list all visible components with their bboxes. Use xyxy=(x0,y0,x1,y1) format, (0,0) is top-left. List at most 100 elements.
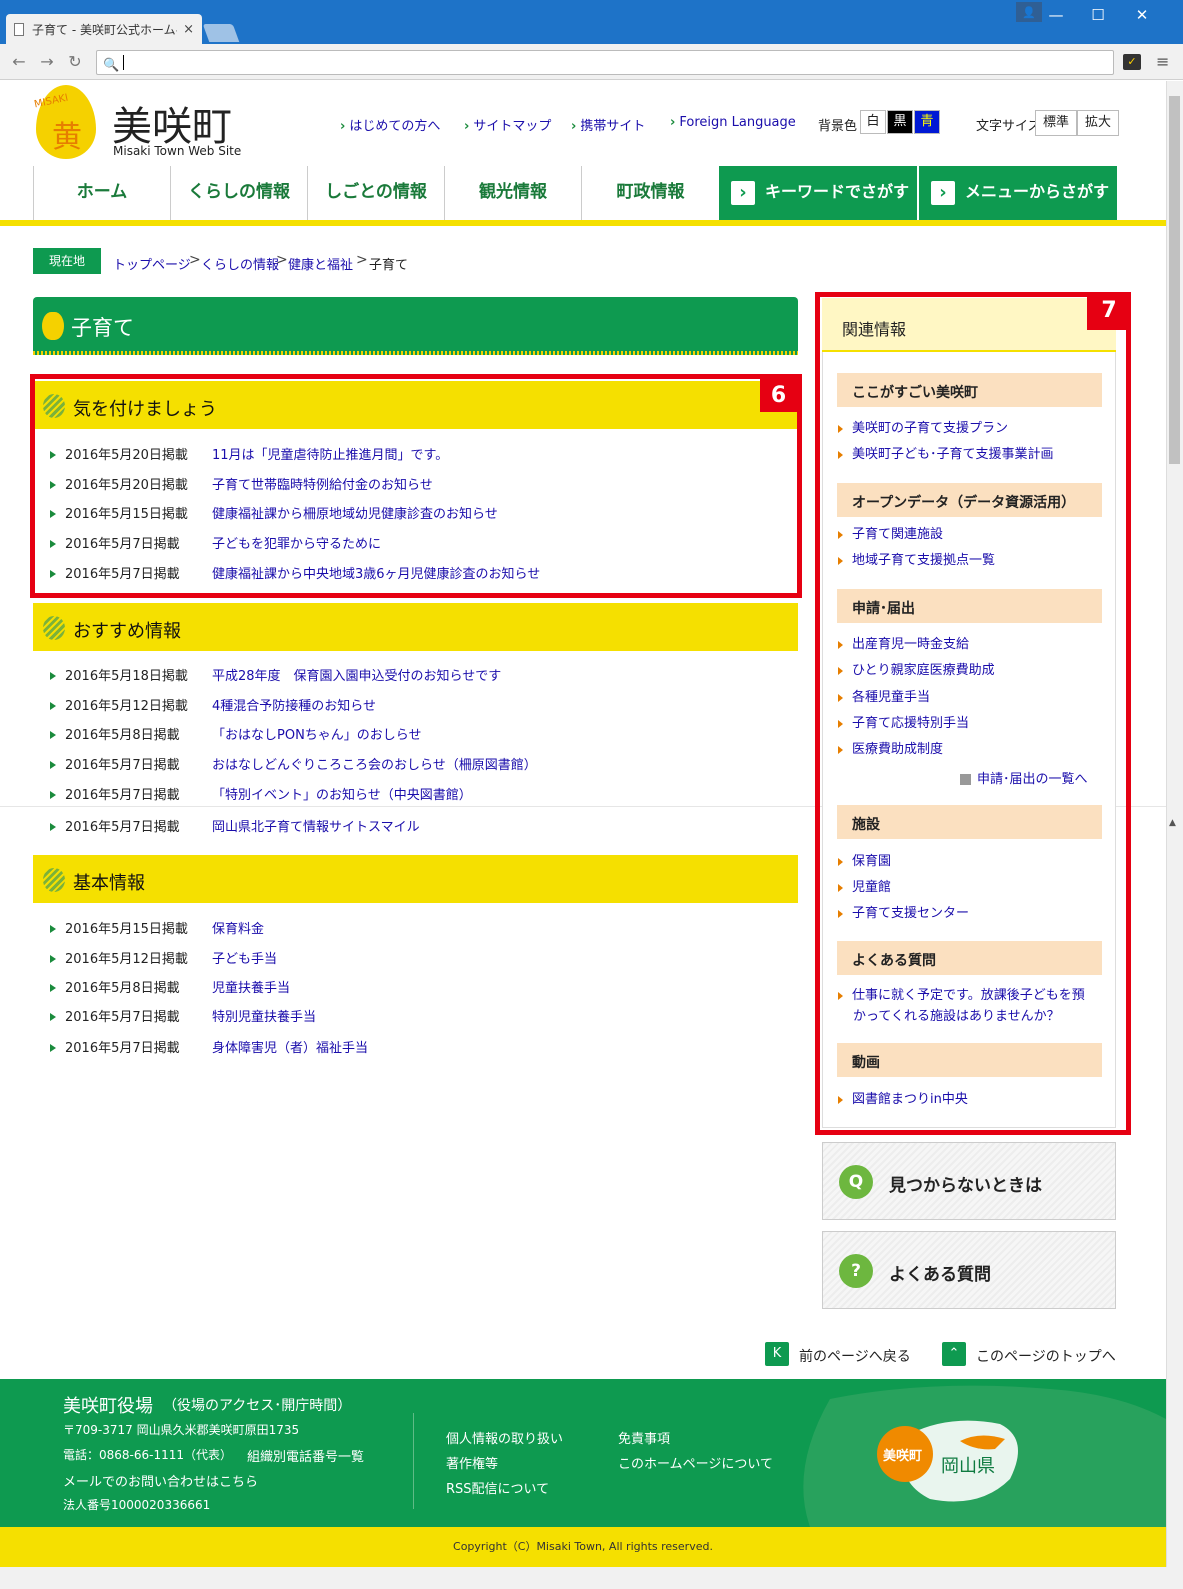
item-link[interactable]: 4種混合予防接種のお知らせ xyxy=(212,699,376,714)
global-nav: ホーム くらしの情報 しごとの情報 観光情報 町政情報 › キーワードでさがす ›… xyxy=(33,166,1127,220)
back-icon[interactable]: ← xyxy=(8,53,30,71)
list-item: 2016年5月7日掲載 身体障害児（者）福祉手当 xyxy=(50,1037,368,1056)
address-bar[interactable]: 🔍 xyxy=(96,50,1114,75)
highlight-box xyxy=(815,292,1131,1135)
copyright-link[interactable]: 著作権等 xyxy=(446,1453,498,1472)
annotation-badge: 7 xyxy=(1087,292,1131,330)
item-link[interactable]: 保育料金 xyxy=(212,922,264,937)
item-link[interactable]: 平成28年度 保育園入園申込受付のお知らせです xyxy=(212,669,501,684)
font-normal-button[interactable]: 標準 xyxy=(1035,110,1078,136)
mail-link[interactable]: メールでのお問い合わせはこちら xyxy=(63,1471,258,1490)
util-link-mobile[interactable]: 携帯サイト xyxy=(571,115,645,134)
chevron-right-icon: › xyxy=(931,181,955,205)
item-link[interactable]: 特別児童扶養手当 xyxy=(212,1010,316,1025)
forward-icon[interactable]: → xyxy=(36,53,58,71)
item-date: 2016年5月7日掲載 xyxy=(65,820,180,835)
scroll-up-icon[interactable]: ▲ xyxy=(1169,818,1176,828)
footer-org: 美咲町役場 xyxy=(63,1396,153,1417)
item-link[interactable]: 身体障害児（者）福祉手当 xyxy=(212,1041,368,1056)
privacy-link[interactable]: 個人情報の取り扱い xyxy=(446,1428,563,1447)
reload-icon[interactable]: ↻ xyxy=(64,53,86,71)
disclaimer-link[interactable]: 免責事項 xyxy=(618,1428,670,1447)
search-help-icon: Q xyxy=(839,1165,873,1199)
rss-link[interactable]: RSS配信について xyxy=(446,1478,549,1497)
new-tab-button[interactable] xyxy=(202,24,240,42)
scrollbar-thumb[interactable] xyxy=(1169,96,1180,464)
util-link-foreign[interactable]: Foreign Language xyxy=(670,115,795,130)
item-link[interactable]: 子ども手当 xyxy=(212,952,277,967)
list-item: 2016年5月8日掲載 「おはなしPONちゃん」のおしらせ xyxy=(50,724,422,743)
breadcrumb-top[interactable]: トップページ xyxy=(113,254,191,273)
bullet-icon xyxy=(50,925,56,933)
bg-blue-button[interactable]: 青 xyxy=(914,110,940,134)
item-link[interactable]: 「特別イベント」のお知らせ（中央図書館） xyxy=(212,788,472,803)
leaf-icon xyxy=(42,312,64,340)
maximize-button[interactable]: ☐ xyxy=(1076,0,1120,30)
not-found-button[interactable]: Q 見つからないときは xyxy=(822,1142,1116,1220)
gnav-life[interactable]: くらしの情報 xyxy=(170,166,307,220)
section-heading: 基本情報 xyxy=(33,855,798,903)
breadcrumb-health[interactable]: 健康と福祉 xyxy=(288,254,353,273)
bullet-icon xyxy=(50,702,56,710)
page-icon xyxy=(14,22,24,36)
bullet-icon xyxy=(50,984,56,992)
gnav-home[interactable]: ホーム xyxy=(33,166,170,220)
back-page-link[interactable]: K 前のページへ戻る xyxy=(765,1342,925,1368)
section-title: 基本情報 xyxy=(73,873,145,894)
menu-search-label: メニューからさがす xyxy=(965,182,1110,201)
breadcrumb-tag: 現在地 xyxy=(33,248,101,274)
item-date: 2016年5月7日掲載 xyxy=(65,1041,180,1056)
about-site-link[interactable]: このホームページについて xyxy=(618,1453,773,1472)
footer-address: 〒709-3717 岡山県久米郡美咲町原田1735 xyxy=(63,1423,300,1437)
tab-title: 子育て - 美咲町公式ホームペ xyxy=(32,22,178,37)
gnav-work[interactable]: しごとの情報 xyxy=(307,166,444,220)
item-date: 2016年5月7日掲載 xyxy=(65,1010,180,1025)
util-link-sitemap[interactable]: サイトマップ xyxy=(464,115,551,134)
stripe-icon xyxy=(43,616,65,640)
browser-tab[interactable]: 子育て - 美咲町公式ホームペ × xyxy=(6,14,202,44)
bullet-icon xyxy=(50,672,56,680)
browser-menu-icon[interactable]: ≡ xyxy=(1156,52,1169,71)
copyright-bar: Copyright（C）Misaki Town, All rights rese… xyxy=(0,1527,1166,1567)
breadcrumb-life[interactable]: くらしの情報 xyxy=(201,254,279,273)
faq-button[interactable]: ? よくある質問 xyxy=(822,1231,1116,1309)
list-item: 2016年5月12日掲載 4種混合予防接種のお知らせ xyxy=(50,695,376,714)
item-date: 2016年5月18日掲載 xyxy=(65,669,188,684)
faq-label: よくある質問 xyxy=(889,1265,991,1285)
bullet-icon xyxy=(50,791,56,799)
gnav-tourism[interactable]: 観光情報 xyxy=(444,166,581,220)
browser-toolbar: ← → ↻ 🔍 ✓ ≡ xyxy=(0,44,1183,80)
breadcrumb-current: 子育て xyxy=(369,258,409,273)
footer-access[interactable]: （役場のアクセス･開庁時間） xyxy=(163,1395,351,1415)
minimize-button[interactable]: — xyxy=(1034,0,1078,30)
keyword-search-button[interactable]: › キーワードでさがす xyxy=(719,166,917,220)
bg-black-button[interactable]: 黒 xyxy=(887,110,913,134)
item-link[interactable]: おはなしどんぐりころころ会のおしらせ（柵原図書館） xyxy=(212,758,537,773)
stripe-icon xyxy=(43,868,65,892)
annotation-badge: 6 xyxy=(760,379,797,412)
bg-color-label: 背景色 xyxy=(818,119,858,134)
util-link-first-time[interactable]: はじめての方へ xyxy=(340,115,440,134)
page-top-label: このページのトップへ xyxy=(976,1349,1116,1365)
extension-icon[interactable]: ✓ xyxy=(1123,54,1141,70)
list-item: 2016年5月12日掲載 子ども手当 xyxy=(50,948,277,967)
tel-list-link[interactable]: 組織別電話番号一覧 xyxy=(247,1446,364,1465)
item-link[interactable]: 「おはなしPONちゃん」のおしらせ xyxy=(212,728,422,743)
font-large-button[interactable]: 拡大 xyxy=(1077,110,1120,136)
close-window-button[interactable]: ✕ xyxy=(1120,0,1164,30)
menu-search-button[interactable]: › メニューからさがす xyxy=(919,166,1117,220)
page-top-link[interactable]: ⌃ このページのトップへ xyxy=(942,1342,1122,1368)
list-item: 2016年5月7日掲載 「特別イベント」のお知らせ（中央図書館） xyxy=(50,784,472,803)
list-item: 2016年5月7日掲載 特別児童扶養手当 xyxy=(50,1006,316,1025)
access-link[interactable]: 役場のアクセス･開庁時間 xyxy=(177,1398,337,1414)
header-divider xyxy=(0,220,1166,226)
item-link[interactable]: 児童扶養手当 xyxy=(212,981,290,996)
gnav-government[interactable]: 町政情報 xyxy=(581,166,719,220)
window-bottom xyxy=(0,1567,1183,1589)
footer-tel: 電話：0868-66-1111（代表） xyxy=(63,1448,233,1462)
tab-close-icon[interactable]: × xyxy=(183,22,194,37)
item-link[interactable]: 岡山県北子育て情報サイトスマイル xyxy=(212,820,420,835)
breadcrumb-sep: > xyxy=(189,252,201,268)
bullet-icon xyxy=(50,823,56,831)
bg-white-button[interactable]: 白 xyxy=(860,110,886,134)
